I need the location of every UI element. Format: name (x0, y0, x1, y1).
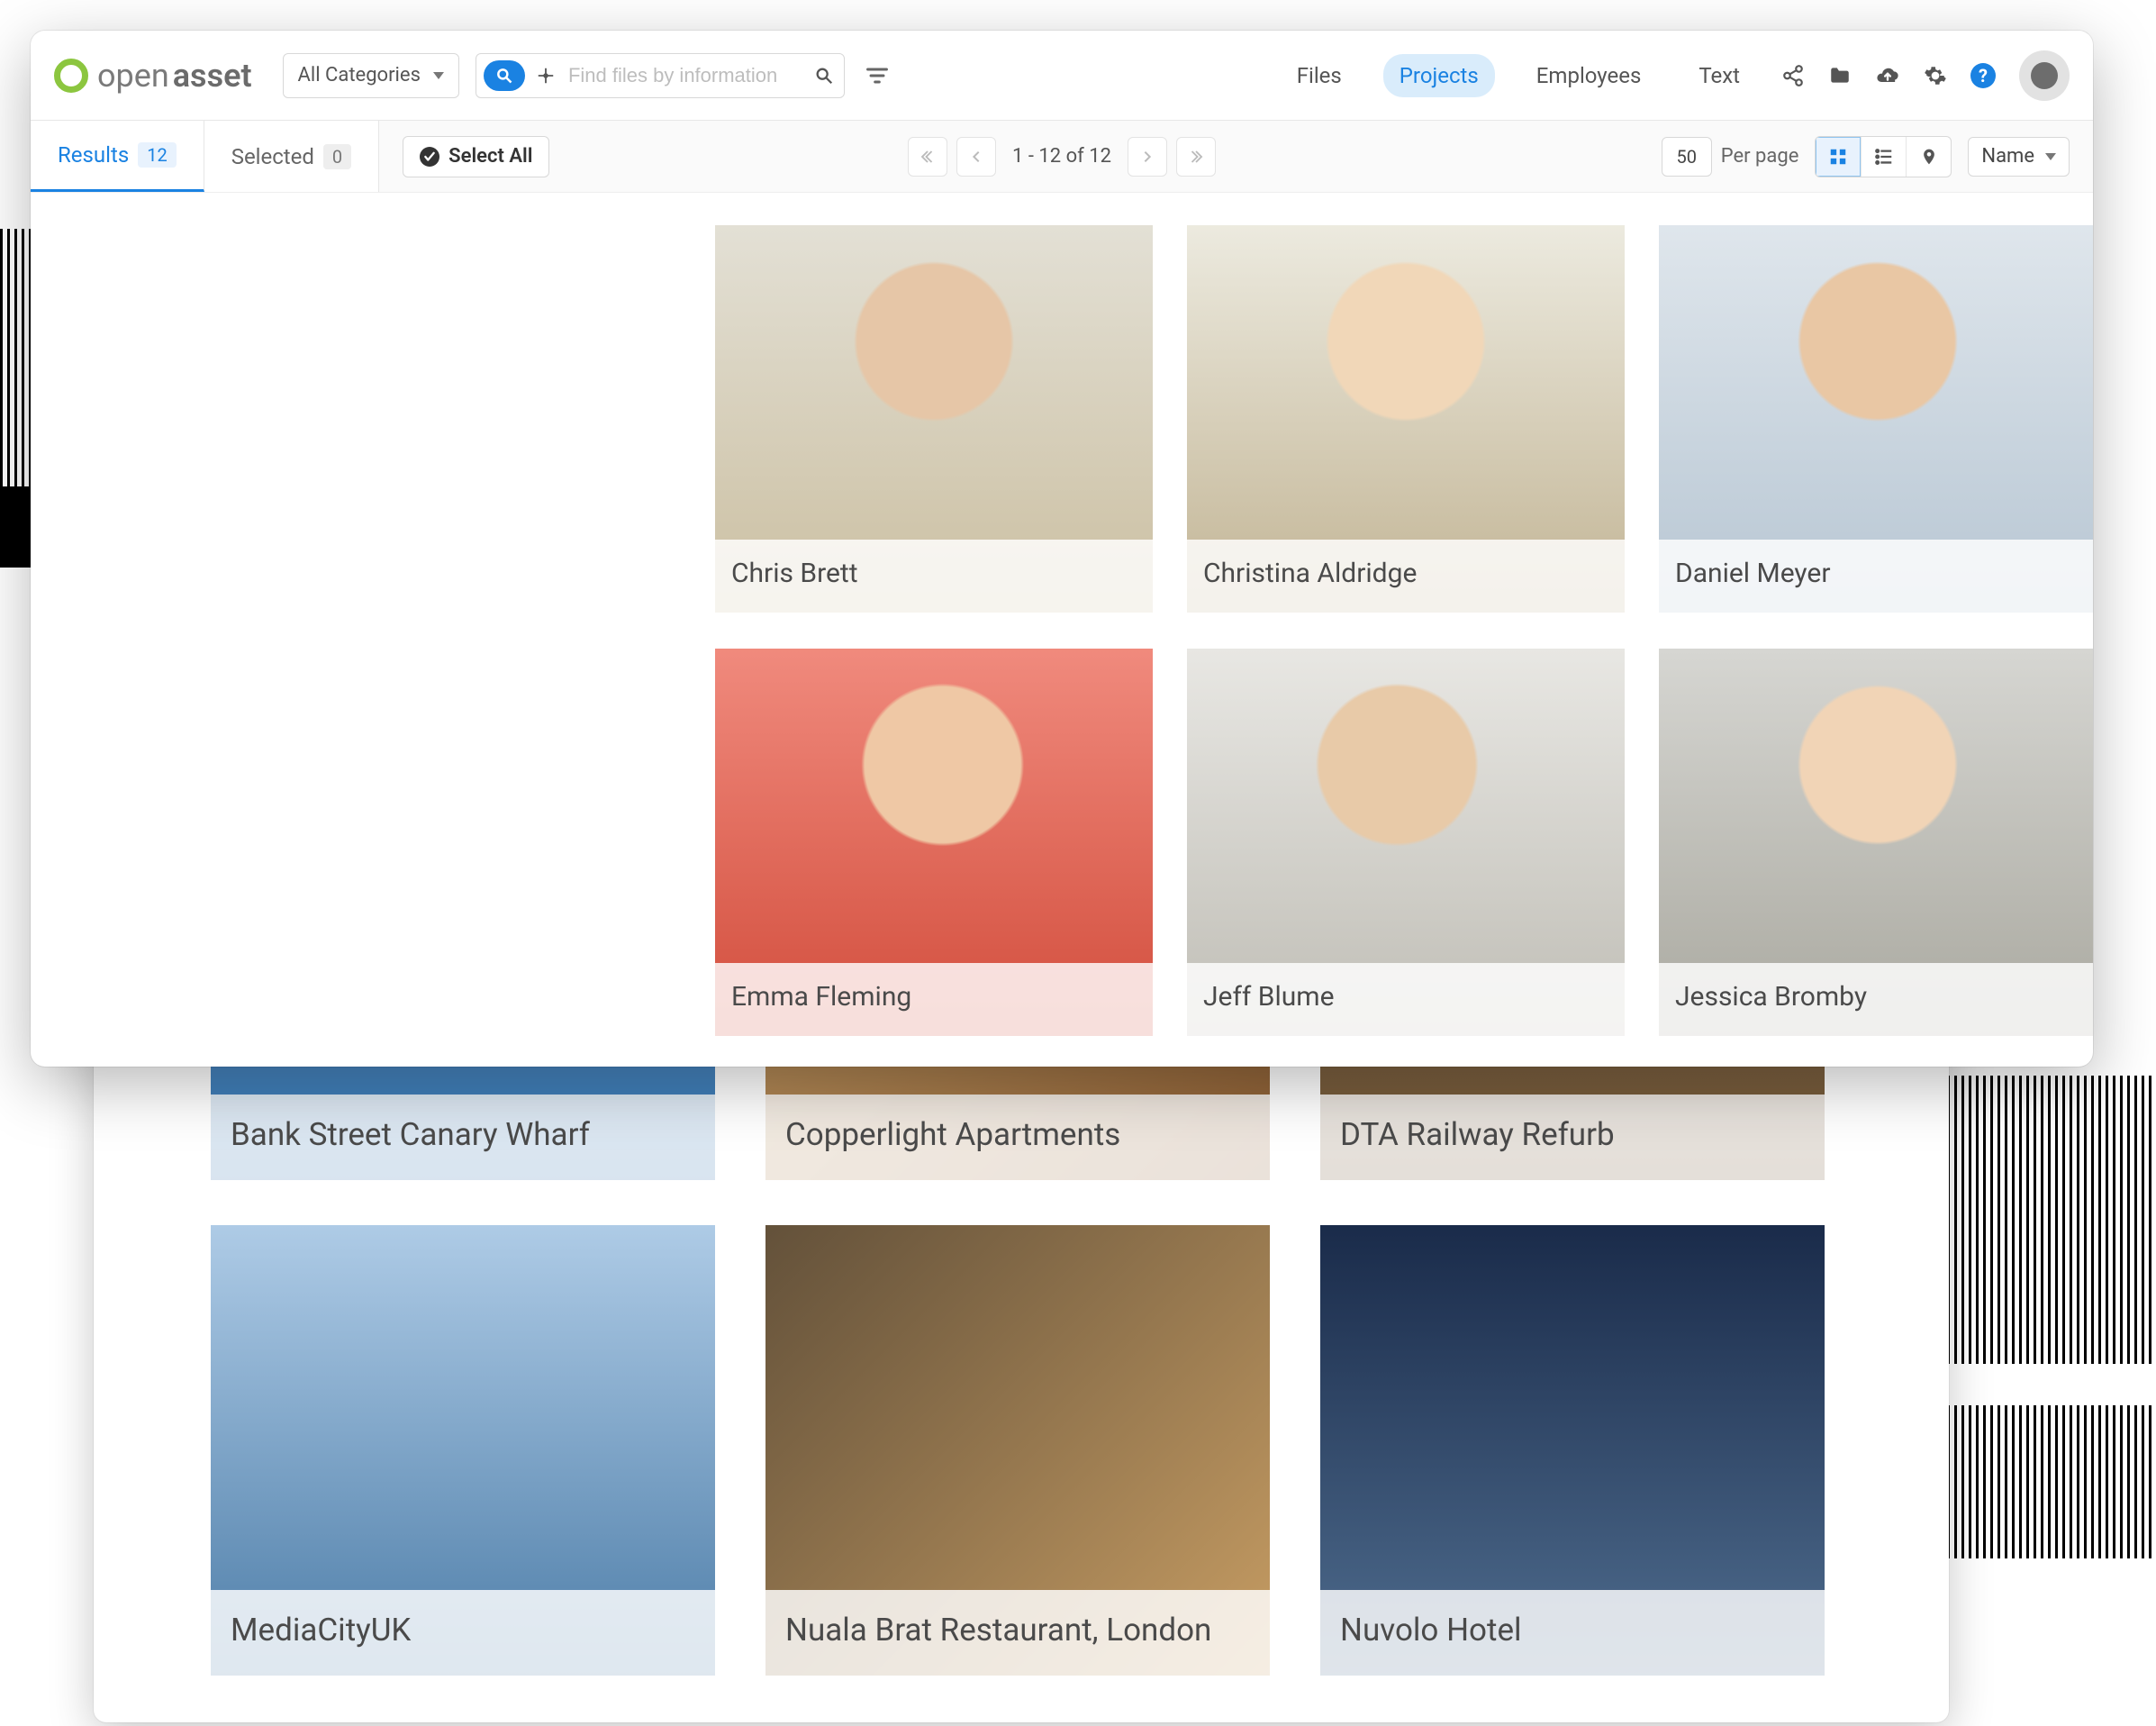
project-name: Nuvolo Hotel (1320, 1590, 1825, 1676)
pager-last-icon[interactable] (1176, 137, 1216, 177)
employee-name: Daniel Meyer (1659, 540, 2093, 613)
employee-card[interactable]: Chris Brett (715, 225, 1153, 613)
tab-selected-label: Selected (231, 144, 314, 169)
employee-name: Emma Fleming (715, 963, 1153, 1036)
tab-selected-count: 0 (323, 144, 351, 169)
user-avatar[interactable] (2019, 50, 2070, 101)
search-mode-toggle[interactable] (484, 60, 525, 91)
decorative-stripe (1940, 1405, 2156, 1558)
chevron-down-icon (433, 72, 444, 79)
result-tabs: Results 12 Selected 0 (31, 121, 379, 192)
view-toggle (1815, 136, 1952, 177)
employee-name: Jessica Bromby (1659, 963, 2093, 1036)
chevron-down-icon (2045, 153, 2056, 160)
project-name: Nuala Brat Restaurant, London (765, 1590, 1270, 1676)
category-selector[interactable]: All Categories (283, 53, 459, 98)
brand-logo[interactable]: openasset (54, 57, 252, 95)
per-page-control: 50 Per page (1662, 137, 1799, 177)
cloud-upload-icon[interactable] (1875, 63, 1900, 88)
pager-next-icon[interactable] (1128, 137, 1167, 177)
pager-range: 1 - 12 of 12 (1005, 145, 1119, 168)
employee-card[interactable]: Jeff Blume (1187, 649, 1625, 1036)
nav-text[interactable]: Text (1682, 54, 1756, 97)
tab-results-label: Results (58, 142, 129, 168)
per-page-value[interactable]: 50 (1662, 137, 1712, 177)
view-grid-icon[interactable] (1816, 137, 1861, 177)
tab-selected[interactable]: Selected 0 (204, 121, 379, 192)
primary-nav: Files Projects Employees Text (1281, 54, 1756, 97)
logo-text: asset (173, 57, 252, 95)
view-list-icon[interactable] (1861, 137, 1906, 177)
search-input[interactable] (561, 64, 804, 87)
project-name: MediaCityUK (211, 1590, 715, 1676)
sort-selector[interactable]: Name (1968, 137, 2070, 177)
logo-mark-icon (54, 59, 88, 93)
filter-icon[interactable] (865, 63, 890, 88)
pager: 1 - 12 of 12 (908, 137, 1216, 177)
search-submit-icon[interactable] (804, 56, 844, 95)
employee-card[interactable]: Christina Aldridge (1187, 225, 1625, 613)
pager-first-icon[interactable] (908, 137, 947, 177)
employee-card[interactable]: Jessica Bromby (1659, 649, 2093, 1036)
project-card[interactable]: MediaCityUK (211, 1225, 715, 1676)
search-box (476, 53, 845, 98)
utility-icons: ? (1781, 50, 2070, 101)
pager-prev-icon[interactable] (956, 137, 996, 177)
view-map-icon[interactable] (1906, 137, 1951, 177)
nav-files[interactable]: Files (1281, 54, 1358, 97)
app-window: openasset All Categories Files Projects … (31, 31, 2093, 1067)
check-circle-icon (420, 147, 439, 167)
help-icon[interactable]: ? (1970, 63, 1996, 88)
gear-icon[interactable] (1924, 64, 1947, 87)
search-adjust-icon[interactable] (530, 60, 561, 91)
list-controls: 50 Per page Name (1662, 136, 2070, 177)
nav-projects[interactable]: Projects (1383, 54, 1495, 97)
tab-results-count: 12 (138, 142, 176, 168)
employee-name: Jeff Blume (1187, 963, 1625, 1036)
tab-results[interactable]: Results 12 (31, 121, 204, 192)
employee-name: Christina Aldridge (1187, 540, 1625, 613)
sort-value: Name (1981, 145, 2034, 168)
results-bar: Results 12 Selected 0 Select All 1 - 12 … (31, 121, 2093, 193)
employees-grid: Chris Brett Christina Aldridge Daniel Me… (31, 193, 2093, 1036)
project-card[interactable]: Nuala Brat Restaurant, London (765, 1225, 1270, 1676)
per-page-label: Per page (1721, 145, 1799, 168)
share-icon[interactable] (1781, 64, 1805, 87)
decorative-stripe (1940, 1076, 2156, 1364)
employee-name: Chris Brett (715, 540, 1153, 613)
project-card[interactable]: Nuvolo Hotel (1320, 1225, 1825, 1676)
select-all-label: Select All (448, 145, 532, 168)
project-name: DTA Railway Refurb (1320, 1095, 1825, 1180)
employee-card[interactable]: Daniel Meyer (1659, 225, 2093, 613)
project-name: Bank Street Canary Wharf (211, 1095, 715, 1180)
top-bar: openasset All Categories Files Projects … (31, 31, 2093, 121)
folder-icon[interactable] (1828, 64, 1852, 87)
select-all-button[interactable]: Select All (403, 136, 549, 177)
category-selector-label: All Categories (298, 64, 421, 86)
employee-card[interactable]: Emma Fleming (715, 649, 1153, 1036)
logo-text-bold: open (97, 57, 169, 95)
nav-employees[interactable]: Employees (1520, 54, 1658, 97)
project-name: Copperlight Apartments (765, 1095, 1270, 1180)
